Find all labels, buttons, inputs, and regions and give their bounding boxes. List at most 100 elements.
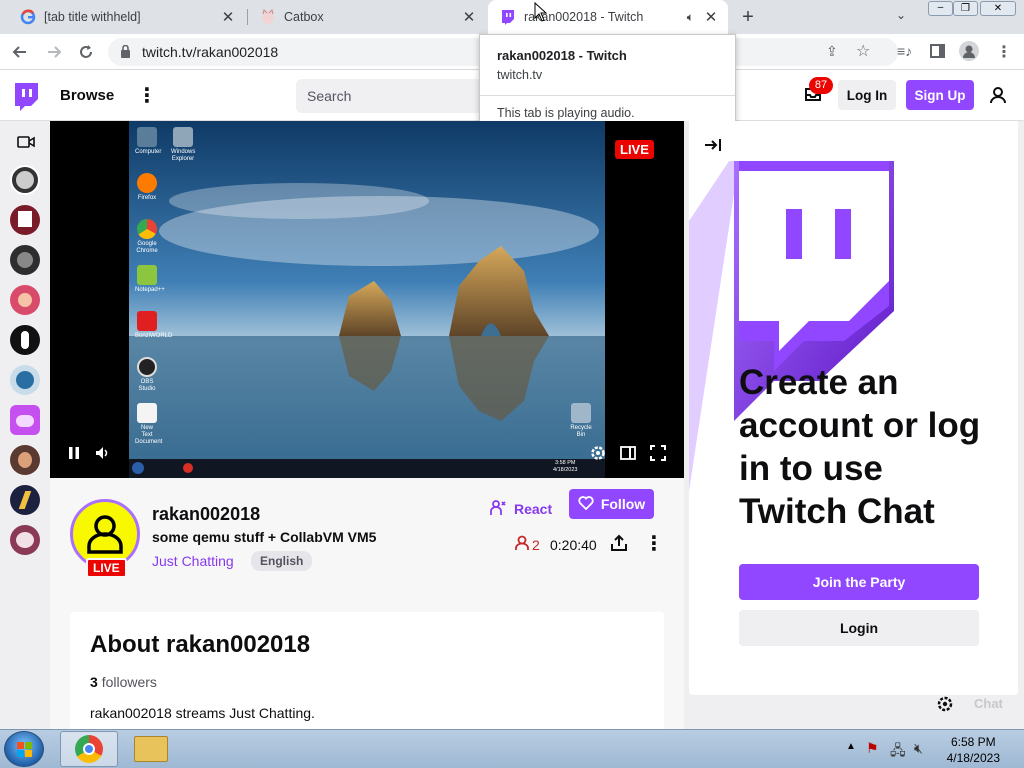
share-icon[interactable] (610, 534, 628, 557)
taskbar-date: 4/18/2023 (946, 751, 1000, 765)
chat-panel: Create an account or log in to use Twitc… (684, 121, 1024, 729)
tab-search-icon[interactable]: ⌄ (896, 8, 906, 22)
chat-send-button[interactable]: Chat (974, 696, 1003, 711)
guest-desktop-icon: Windows Explorer (171, 127, 195, 163)
volume-muted-icon[interactable]: 🔇︎ (914, 740, 923, 757)
react-label: React (514, 501, 553, 517)
guest-desktop-icon: Google Chrome (135, 219, 159, 255)
sidebar-channel-avatar[interactable] (10, 325, 40, 355)
category-link[interactable]: Just Chatting (152, 553, 234, 569)
chat-login-button[interactable]: Login (739, 610, 979, 646)
follow-label: Follow (600, 496, 646, 512)
sidebar-channel-avatar[interactable] (10, 165, 40, 195)
about-panel: About rakan002018 3 followers rakan00201… (70, 612, 664, 729)
chrome-menu-icon[interactable]: ⋮ (996, 42, 1012, 62)
sign-up-button[interactable]: Sign Up (906, 80, 974, 110)
action-center-icon[interactable]: ⚑ (866, 740, 879, 757)
pause-icon[interactable] (64, 443, 84, 463)
taskbar-time: 6:58 PM (950, 735, 996, 749)
guest-desktop-icon: Computer (135, 127, 161, 156)
restore-icon[interactable]: ❐ (953, 1, 978, 16)
tab-title: [tab title withheld] (44, 10, 141, 24)
about-title: About rakan002018 (90, 631, 311, 658)
share-icon[interactable]: ⇪ (826, 43, 838, 60)
hover-card-title: rakan002018 - Twitch (497, 48, 627, 63)
browser-tab-strip: [tab title withheld] ✕ Catbox ✕ rakan002… (0, 0, 1024, 34)
close-tab-icon[interactable]: ✕ (460, 8, 478, 26)
about-description: rakan002018 streams Just Chatting. (90, 705, 315, 721)
new-tab-icon[interactable]: + (738, 6, 758, 28)
close-tab-icon[interactable]: ✕ (702, 8, 720, 26)
follower-count: 3 followers (90, 674, 157, 690)
sidebar-channel-avatar[interactable] (10, 365, 40, 395)
start-button-icon[interactable] (4, 731, 44, 767)
fullscreen-icon[interactable] (648, 443, 668, 463)
sidebar-channel-avatar[interactable] (10, 245, 40, 275)
react-icon (490, 499, 506, 519)
stream-desktop-wallpaper (129, 121, 605, 478)
react-button[interactable]: React (490, 494, 552, 524)
language-tag[interactable]: English (251, 551, 313, 571)
sidebar-channel-avatar[interactable] (10, 405, 40, 435)
tab-title: rakan002018 - Twitch (524, 10, 644, 24)
url-text: twitch.tv/rakan002018 (142, 44, 279, 60)
tab-hover-card: rakan002018 - Twitch twitch.tv This tab … (479, 34, 736, 131)
profile-avatar-icon[interactable] (959, 41, 979, 61)
channel-name[interactable]: rakan002018 (152, 504, 260, 525)
reload-icon[interactable] (74, 40, 98, 64)
mouse-cursor-icon (534, 2, 548, 22)
network-icon[interactable]: 🖧︎ (890, 740, 906, 764)
hover-card-divider (480, 95, 735, 96)
sidebar-channel-avatar[interactable] (10, 205, 40, 235)
taskbar-clock[interactable]: 6:58 PM 4/18/2023 (947, 734, 1000, 766)
minimize-icon[interactable]: – (928, 1, 953, 16)
guest-clock: 3:58 PM 4/18/2023 (553, 460, 578, 473)
join-the-party-button[interactable]: Join the Party (739, 564, 979, 600)
guest-desktop-icon: Notepad++ (135, 265, 165, 294)
browse-link[interactable]: Browse (60, 87, 114, 104)
stream-uptime: 0:20:40 (550, 537, 597, 553)
browser-tab-catbox[interactable]: Catbox ✕ (250, 0, 486, 34)
video-player[interactable]: Computer Windows Explorer Firefox Google… (50, 121, 684, 478)
volume-icon[interactable] (93, 443, 113, 463)
taskbar-explorer-icon[interactable] (134, 736, 168, 762)
user-menu-icon[interactable] (989, 86, 1007, 109)
more-options-icon[interactable]: ⋮ (644, 531, 664, 556)
theatre-mode-icon[interactable] (618, 443, 638, 463)
channel-live-badge: LIVE (86, 558, 127, 578)
taskbar-chrome-icon[interactable] (60, 731, 118, 767)
sidebar-channel-avatar[interactable] (10, 525, 40, 555)
browser-tab-google[interactable]: [tab title withheld] ✕ (0, 0, 245, 34)
back-icon[interactable] (8, 40, 32, 64)
follower-count-value: 3 (90, 674, 98, 690)
guest-desktop-icon: OBS Studio (135, 357, 159, 393)
speaker-icon[interactable]: 🔈︎ (687, 10, 694, 25)
hover-card-domain: twitch.tv (497, 68, 543, 82)
chat-signup-headline: Create an account or log in to use Twitc… (739, 363, 981, 531)
show-hidden-icons-icon[interactable]: ▲ (846, 741, 856, 752)
twitch-logo-icon[interactable] (12, 83, 38, 116)
settings-gear-icon[interactable] (588, 443, 608, 463)
close-window-icon[interactable]: ✕ (980, 1, 1016, 16)
log-in-button[interactable]: Log In (838, 80, 896, 110)
chat-signup-card: Create an account or log in to use Twitc… (689, 121, 1018, 695)
chat-settings-gear-icon[interactable] (936, 695, 954, 718)
sidebar-channel-avatar[interactable] (10, 285, 40, 315)
guest-desktop-icon: New Text Document (135, 403, 162, 446)
more-options-icon[interactable]: ⋮ (137, 83, 157, 108)
hover-card-audio-status: This tab is playing audio. (497, 106, 635, 120)
main-content: Computer Windows Explorer Firefox Google… (50, 121, 684, 729)
forward-icon[interactable] (42, 40, 66, 64)
follow-button[interactable]: Follow (569, 489, 654, 519)
stream-video-frame: Computer Windows Explorer Firefox Google… (129, 121, 605, 478)
media-control-icon[interactable]: ≡♪ (897, 43, 912, 59)
sidebar-channel-avatar[interactable] (10, 445, 40, 475)
notification-count-badge: 87 (809, 77, 833, 94)
close-tab-icon[interactable]: ✕ (219, 8, 237, 26)
browser-tab-twitch[interactable]: rakan002018 - Twitch 🔈︎ ✕ (488, 0, 728, 34)
bookmark-star-icon[interactable]: ☆ (856, 41, 870, 61)
lock-icon[interactable] (120, 44, 131, 63)
sidebar-channel-avatar[interactable] (10, 485, 40, 515)
side-panel-icon[interactable] (930, 44, 945, 58)
video-camera-icon[interactable] (17, 135, 35, 153)
